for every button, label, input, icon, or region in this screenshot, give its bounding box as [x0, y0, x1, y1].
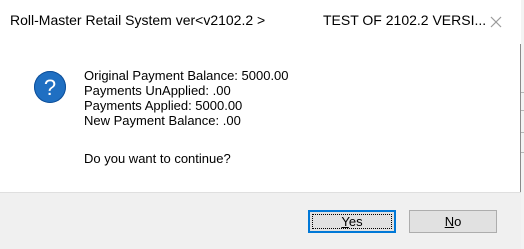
dialog-message: Original Payment Balance: 5000.00 Paymen… [84, 68, 289, 128]
no-button[interactable]: No [409, 210, 497, 233]
dialog-title: Roll-Master Retail System ver<v2102.2 > [10, 12, 266, 28]
message-line: New Payment Balance: .00 [84, 113, 241, 128]
dialog-titlebar: Roll-Master Retail System ver<v2102.2 > … [0, 0, 521, 44]
message-line: Original Payment Balance: 5000.00 [84, 68, 289, 83]
yes-button-mnemonic: Y [341, 214, 349, 229]
no-button-label-rest: o [454, 214, 462, 229]
no-button-mnemonic: N [444, 214, 455, 229]
dialog-question: Do you want to continue? [84, 151, 231, 166]
close-icon[interactable] [488, 14, 504, 30]
message-line: Payments UnApplied: .00 [84, 83, 231, 98]
svg-text:?: ? [44, 75, 56, 100]
message-dialog: Roll-Master Retail System ver<v2102.2 > … [0, 0, 521, 249]
dialog-title-suffix: TEST OF 2102.2 VERSI... [323, 12, 487, 28]
question-icon: ? [34, 71, 66, 103]
yes-button-label: Yes [341, 214, 362, 229]
message-line: Payments Applied: 5000.00 [84, 98, 243, 113]
yes-button-label-rest: es [348, 214, 363, 229]
dialog-button-bar: Yes No [0, 192, 521, 249]
yes-button[interactable]: Yes [308, 210, 396, 233]
no-button-label: No [445, 214, 462, 229]
